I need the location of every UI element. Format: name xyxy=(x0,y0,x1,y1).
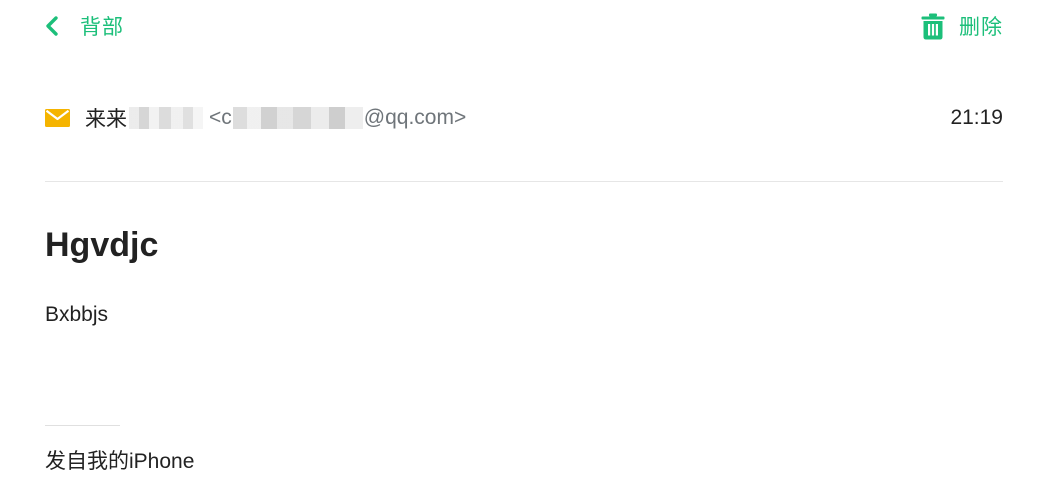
sender-address-start: <c xyxy=(209,106,232,129)
signature-divider xyxy=(45,425,120,426)
top-toolbar: 背部 删除 xyxy=(0,0,1044,52)
sender-name: 来来 xyxy=(85,108,127,131)
sender-address: <c @qq.com> xyxy=(209,106,466,130)
redacted-sender-name xyxy=(129,107,203,129)
back-button[interactable]: 背部 xyxy=(42,8,124,44)
back-button-label: 背部 xyxy=(80,16,124,39)
message-body: Bxbbjs xyxy=(45,303,109,326)
envelope-icon xyxy=(45,108,70,128)
header-divider xyxy=(45,181,1003,182)
message-signature: 发自我的iPhone xyxy=(45,450,195,473)
trash-icon xyxy=(920,12,946,40)
redacted-sender-address xyxy=(232,107,363,129)
chevron-left-icon xyxy=(42,14,62,38)
sender-address-end: @qq.com> xyxy=(363,106,467,129)
message-time: 21:19 xyxy=(950,106,1003,129)
sender-row[interactable]: 来来 <c @qq.com> 21:19 xyxy=(45,96,1003,140)
delete-button-label: 删除 xyxy=(959,16,1003,39)
message-subject: Hgvdjc xyxy=(45,226,159,264)
delete-button[interactable]: 删除 xyxy=(920,8,1003,44)
